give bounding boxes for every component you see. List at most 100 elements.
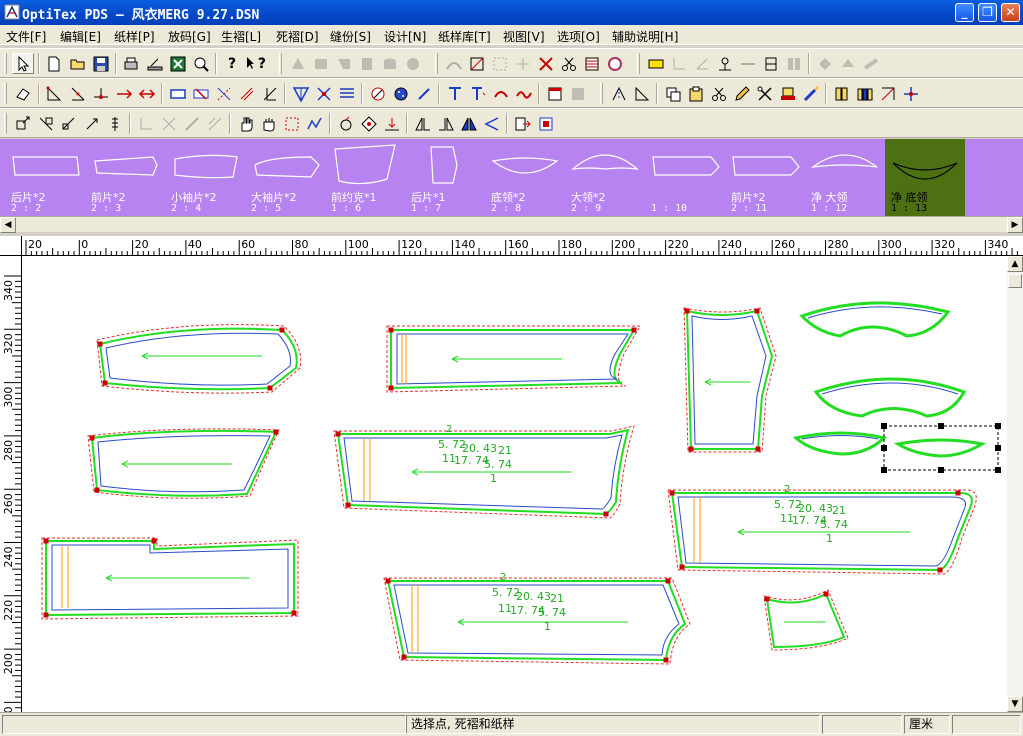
piece-tool-6-icon[interactable] bbox=[402, 53, 424, 74]
mirror-both-icon[interactable] bbox=[458, 113, 480, 134]
select-arrow-icon[interactable] bbox=[12, 53, 34, 74]
piece-tool-2-icon[interactable] bbox=[310, 53, 332, 74]
sparkle-icon[interactable] bbox=[900, 83, 922, 104]
baseline-icon[interactable] bbox=[381, 113, 403, 134]
menu-seam[interactable]: 缝份[S] bbox=[330, 28, 371, 45]
perpendicular-icon[interactable] bbox=[259, 83, 281, 104]
pattern-piece-pocket[interactable] bbox=[763, 589, 849, 651]
parallel-icon[interactable] bbox=[236, 83, 258, 104]
piece-thumbnail[interactable]: 后片*2 2 : 2 bbox=[5, 139, 85, 216]
pattern-piece-selected[interactable] bbox=[881, 423, 1001, 473]
anchor-point-icon[interactable] bbox=[714, 53, 736, 74]
pattern-piece-front-yoke[interactable] bbox=[386, 325, 641, 393]
add-point-icon[interactable] bbox=[90, 83, 112, 104]
move-point-icon[interactable] bbox=[113, 83, 135, 104]
pattern-piece-large-sleeve[interactable] bbox=[41, 537, 299, 620]
flip-icon[interactable] bbox=[608, 83, 630, 104]
free-curve-icon[interactable] bbox=[304, 113, 326, 134]
angle-line-icon[interactable] bbox=[691, 53, 713, 74]
rotate-icon[interactable] bbox=[335, 113, 357, 134]
piece-thumbnail[interactable]: 净 底领 1 : 13 bbox=[885, 139, 965, 216]
library-icon[interactable] bbox=[854, 83, 876, 104]
grid-point-icon[interactable] bbox=[489, 53, 511, 74]
paste-piece-icon[interactable] bbox=[685, 83, 707, 104]
piece-thumbnail[interactable]: 小袖片*2 2 : 4 bbox=[165, 139, 245, 216]
measure-icon[interactable] bbox=[367, 83, 389, 104]
grade-x-icon[interactable] bbox=[58, 113, 80, 134]
scissors-icon[interactable] bbox=[558, 53, 580, 74]
grade-ruler-icon[interactable] bbox=[104, 113, 126, 134]
pattern-canvas[interactable]: 5. 72 20. 43 21 11 17. 74 5. 74 1 2 5. 7… bbox=[22, 256, 1007, 712]
menu-file[interactable]: 文件[F] bbox=[6, 28, 46, 45]
close-button[interactable]: ✕ bbox=[1001, 3, 1020, 22]
grade-cross-icon[interactable] bbox=[158, 113, 180, 134]
menu-dart[interactable]: 死褶[D] bbox=[276, 28, 319, 45]
curve-tool-icon[interactable] bbox=[443, 53, 465, 74]
angle-point-icon[interactable] bbox=[67, 83, 89, 104]
label-tag-icon[interactable] bbox=[645, 53, 667, 74]
cut-piece-icon[interactable] bbox=[708, 83, 730, 104]
piece-thumbnail[interactable]: 大领*2 2 : 9 bbox=[565, 139, 645, 216]
piece-tool-5-icon[interactable] bbox=[379, 53, 401, 74]
pattern-piece-front-2[interactable]: 5. 72 20. 43 21 11 17. 74 5. 74 1 2 bbox=[667, 484, 977, 575]
pattern-piece-collar-large[interactable] bbox=[799, 301, 951, 338]
print-icon[interactable] bbox=[120, 53, 142, 74]
grade-tool-1-icon[interactable] bbox=[814, 53, 836, 74]
menu-edit[interactable]: 编辑[E] bbox=[60, 28, 101, 45]
menu-pleat[interactable]: 生褶[L] bbox=[221, 28, 261, 45]
draw-line-icon[interactable] bbox=[43, 83, 65, 104]
pattern-piece-small-collar[interactable] bbox=[792, 431, 888, 456]
text-icon[interactable] bbox=[444, 83, 466, 104]
zoom-pattern-icon[interactable] bbox=[190, 53, 212, 74]
context-help-icon[interactable]: ? bbox=[244, 53, 266, 74]
grade-diag-icon[interactable] bbox=[181, 113, 203, 134]
notch-icon[interactable] bbox=[512, 53, 534, 74]
pattern-piece-front-3[interactable]: 5. 72 20. 43 21 11 17. 74 5. 74 1 2 bbox=[383, 572, 691, 665]
mirror-right-icon[interactable] bbox=[435, 113, 457, 134]
rotate-angle-icon[interactable] bbox=[358, 113, 380, 134]
piece-thumbnail[interactable]: 底领*2 2 : 8 bbox=[485, 139, 565, 216]
cross-cut-icon[interactable] bbox=[535, 53, 557, 74]
hand-icon[interactable] bbox=[235, 113, 257, 134]
piece-thumbnail[interactable]: 前片*2 2 : 11 bbox=[725, 139, 805, 216]
toolbar-grip[interactable] bbox=[637, 53, 640, 74]
grade-angle-icon[interactable] bbox=[135, 113, 157, 134]
help-icon[interactable]: ? bbox=[221, 53, 243, 74]
wave-icon[interactable] bbox=[513, 83, 535, 104]
eraser-icon[interactable] bbox=[12, 83, 34, 104]
menu-view[interactable]: 视图[V] bbox=[503, 28, 545, 45]
toolbar-grip[interactable] bbox=[435, 53, 438, 74]
rect-cut-icon[interactable] bbox=[190, 83, 212, 104]
excel-export-icon[interactable] bbox=[167, 53, 189, 74]
piece-thumbnail[interactable]: 净 大领 1 : 12 bbox=[805, 139, 885, 216]
mirror-h-icon[interactable] bbox=[481, 113, 503, 134]
stripe-icon[interactable] bbox=[581, 53, 603, 74]
grab-icon[interactable] bbox=[258, 113, 280, 134]
horizontal-line-icon[interactable] bbox=[737, 53, 759, 74]
split-scissors-icon[interactable] bbox=[754, 83, 776, 104]
toolbar-grip[interactable] bbox=[4, 53, 7, 74]
grade-y-icon[interactable] bbox=[81, 113, 103, 134]
book-icon[interactable] bbox=[831, 83, 853, 104]
table-icon[interactable] bbox=[544, 83, 566, 104]
circle-marker-icon[interactable] bbox=[604, 53, 626, 74]
buttonhole-icon[interactable] bbox=[413, 83, 435, 104]
rect-piece-icon[interactable] bbox=[167, 83, 189, 104]
piece-tool-1-icon[interactable] bbox=[287, 53, 309, 74]
scroll-up-arrow-icon[interactable]: ▲ bbox=[1007, 256, 1023, 272]
piece-tool-4-icon[interactable] bbox=[356, 53, 378, 74]
piece-mirror-icon[interactable] bbox=[760, 53, 782, 74]
grade-move-icon[interactable] bbox=[12, 113, 34, 134]
pattern-piece-back-single[interactable] bbox=[683, 307, 777, 453]
piece-strip-scrollbar[interactable]: ◀ ▶ bbox=[0, 216, 1023, 233]
triangle-measure-icon[interactable] bbox=[631, 83, 653, 104]
grade-edit-icon[interactable] bbox=[35, 113, 57, 134]
grade-diag2-icon[interactable] bbox=[204, 113, 226, 134]
right-angle-icon[interactable] bbox=[668, 53, 690, 74]
dart-icon[interactable] bbox=[290, 83, 312, 104]
scroll-right-arrow-icon[interactable]: ▶ bbox=[1007, 217, 1023, 233]
piece-info-icon[interactable] bbox=[535, 113, 557, 134]
split-point-icon[interactable] bbox=[136, 83, 158, 104]
piece-thumbnail[interactable]: 1 : 10 bbox=[645, 139, 725, 216]
save-icon[interactable] bbox=[90, 53, 112, 74]
